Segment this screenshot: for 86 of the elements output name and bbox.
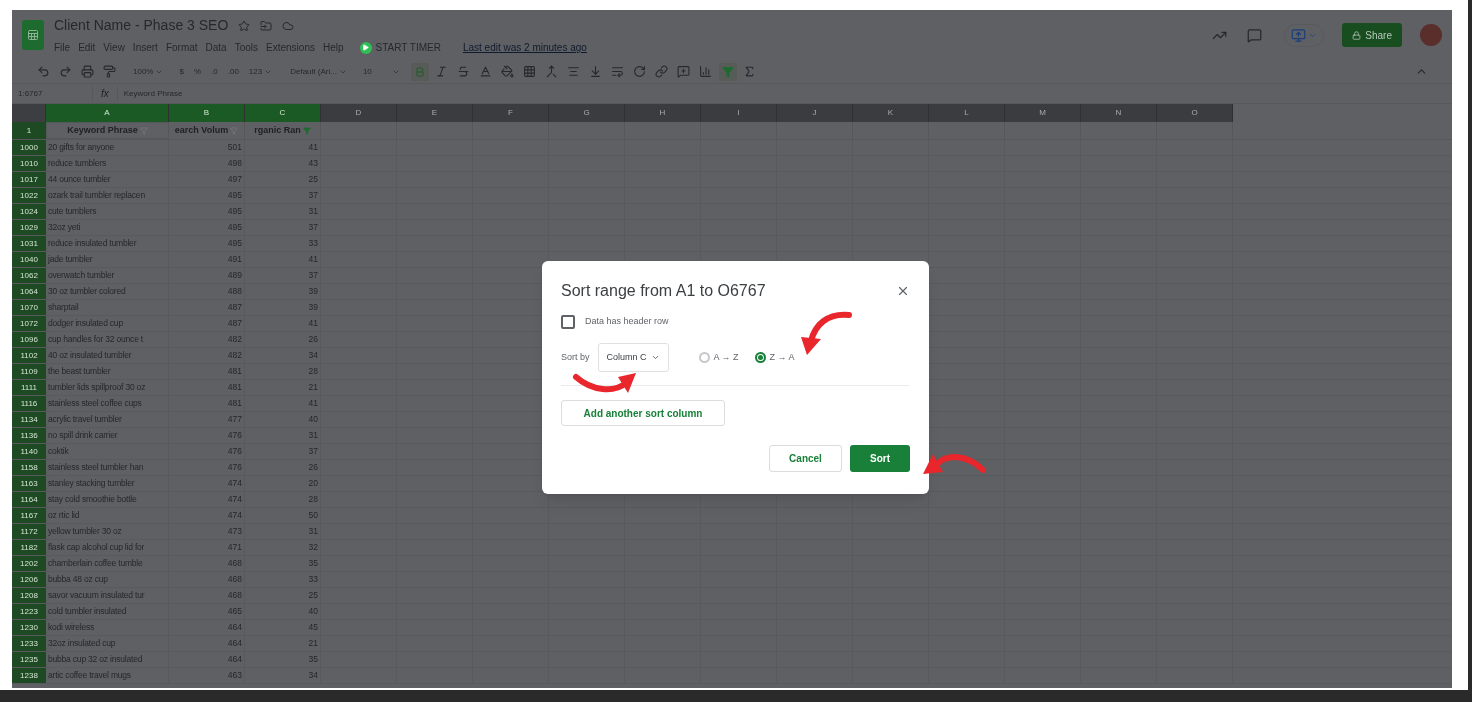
folder-icon[interactable]: [260, 19, 273, 32]
column-header[interactable]: B: [169, 104, 245, 122]
column-header[interactable]: I: [701, 104, 777, 122]
share-button[interactable]: Share: [1342, 23, 1402, 47]
row-number[interactable]: 1010: [12, 156, 46, 171]
row-number[interactable]: 1134: [12, 412, 46, 427]
column-header[interactable]: A: [46, 104, 169, 122]
row-number[interactable]: 1163: [12, 476, 46, 491]
column-header[interactable]: J: [777, 104, 853, 122]
row-number[interactable]: 1172: [12, 524, 46, 539]
row-number[interactable]: 1230: [12, 620, 46, 635]
print-icon[interactable]: [78, 62, 96, 81]
formula-label: fx: [92, 86, 118, 101]
row-number[interactable]: 1208: [12, 588, 46, 603]
column-header[interactable]: C: [245, 104, 321, 122]
column-header[interactable]: H: [625, 104, 701, 122]
column-header[interactable]: F: [473, 104, 549, 122]
radio-label: Z → A: [769, 350, 795, 364]
row-number[interactable]: 1109: [12, 364, 46, 379]
row-number[interactable]: 1062: [12, 268, 46, 283]
row-number[interactable]: 1: [12, 122, 46, 139]
row-number[interactable]: 1102: [12, 348, 46, 363]
header-row-checkbox[interactable]: [561, 315, 575, 329]
radio-button[interactable]: [754, 352, 766, 363]
header-cell: rganic Ran: [245, 122, 321, 139]
row-number[interactable]: 1070: [12, 300, 46, 315]
caret-icon: [650, 353, 660, 362]
column-header[interactable]: G: [549, 104, 625, 122]
add-sort-column-button[interactable]: Add another sort column: [561, 400, 725, 426]
column-header[interactable]: D: [321, 104, 397, 122]
header-cell: earch Volum: [169, 122, 245, 139]
column-header[interactable]: K: [853, 104, 929, 122]
link-icon[interactable]: [652, 62, 671, 81]
column-header[interactable]: E: [397, 104, 473, 122]
play-icon: [359, 41, 372, 54]
row-number[interactable]: 1022: [12, 188, 46, 203]
avatar[interactable]: [1420, 24, 1442, 46]
present-icon: [1291, 27, 1307, 43]
column-header[interactable]: N: [1081, 104, 1157, 122]
row-number[interactable]: 1167: [12, 508, 46, 523]
row-number[interactable]: 1164: [12, 492, 46, 507]
curved-arrow-icon: [923, 454, 986, 474]
row-number[interactable]: 1029: [12, 220, 46, 235]
radio-label: A → Z: [713, 350, 739, 364]
curved-arrow-icon: [801, 311, 852, 355]
header-cell: Keyword Phrase: [46, 122, 169, 139]
row-number[interactable]: 1238: [12, 668, 46, 683]
row-number[interactable]: 1202: [12, 556, 46, 571]
row-number[interactable]: 1040: [12, 252, 46, 267]
cloud-icon[interactable]: [282, 19, 295, 32]
sheets-logo-icon[interactable]: [22, 20, 44, 50]
column-header[interactable]: M: [1005, 104, 1081, 122]
row-number[interactable]: 1206: [12, 572, 46, 587]
bold-icon[interactable]: [410, 62, 429, 81]
dialog-title: Sort range from A1 to O6767: [561, 281, 766, 301]
row-number[interactable]: 1064: [12, 284, 46, 299]
row-number[interactable]: 1111: [12, 380, 46, 395]
row-number[interactable]: 1072: [12, 316, 46, 331]
close-icon[interactable]: [896, 284, 910, 298]
lock-icon: [1352, 30, 1362, 40]
select-all-corner[interactable]: [12, 104, 46, 122]
row-number[interactable]: 1116: [12, 396, 46, 411]
column-dropdown[interactable]: Column C: [597, 343, 669, 372]
column-header[interactable]: O: [1157, 104, 1233, 122]
paint-format-icon[interactable]: [100, 62, 118, 81]
column-header[interactable]: L: [929, 104, 1005, 122]
star-icon[interactable]: [238, 19, 251, 32]
cancel-button[interactable]: Cancel: [769, 445, 842, 472]
sort-button[interactable]: Sort: [850, 445, 910, 472]
row-number[interactable]: 1096: [12, 332, 46, 347]
checkbox-label: Data has header row: [585, 315, 669, 329]
radio-button[interactable]: [698, 352, 710, 363]
comment-icon[interactable]: [1247, 27, 1263, 43]
sort-by-label: Sort by: [561, 350, 590, 364]
curved-arrow-icon: [573, 373, 636, 393]
row-number[interactable]: 1017: [12, 172, 46, 187]
row-number[interactable]: 1031: [12, 236, 46, 251]
row-number[interactable]: 1024: [12, 204, 46, 219]
row-number[interactable]: 1140: [12, 444, 46, 459]
row-number[interactable]: 1182: [12, 540, 46, 555]
row-number[interactable]: 1000: [12, 140, 46, 155]
row-number[interactable]: 1158: [12, 460, 46, 475]
row-number[interactable]: 1235: [12, 652, 46, 667]
row-number[interactable]: 1233: [12, 636, 46, 651]
row-number[interactable]: 1223: [12, 604, 46, 619]
row-number[interactable]: 1136: [12, 428, 46, 443]
